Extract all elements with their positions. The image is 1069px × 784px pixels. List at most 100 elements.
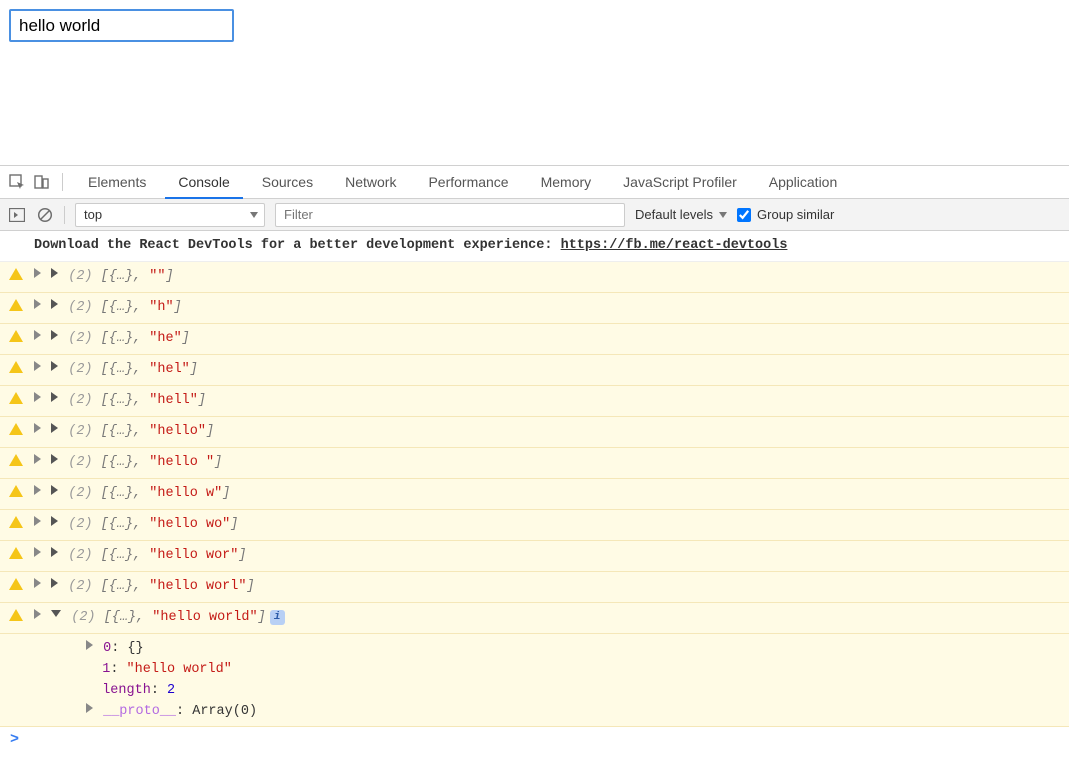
bracket: ] [214, 455, 222, 470]
expand-arrow-icon[interactable] [51, 392, 58, 402]
object-preview: {…} [109, 300, 133, 315]
context-selector[interactable]: top [75, 203, 265, 227]
console-warning-row[interactable]: (2) [{…}, "hello wor"] [0, 541, 1069, 572]
expand-arrow-icon[interactable] [34, 454, 41, 464]
array-length: (2) [68, 269, 92, 284]
object-preview: {…} [109, 393, 133, 408]
expand-arrow-icon[interactable] [51, 299, 58, 309]
comma: , [133, 486, 149, 501]
warning-icon [9, 423, 23, 435]
chevron-down-icon [250, 212, 258, 218]
console-warning-row[interactable]: (2) [{…}, "hell"] [0, 386, 1069, 417]
console-prompt[interactable]: > [0, 727, 1069, 752]
expand-arrow-icon[interactable] [34, 547, 41, 557]
string-value: "hello worl" [149, 579, 246, 594]
object-preview: {…} [109, 424, 133, 439]
array-length: (2) [68, 300, 92, 315]
console-warning-row[interactable]: (2) [{…}, "hello"] [0, 417, 1069, 448]
separator [64, 206, 65, 224]
inspect-element-icon[interactable] [8, 173, 26, 191]
info-link[interactable]: https://fb.me/react-devtools [561, 238, 788, 253]
console-output: Download the React DevTools for a better… [0, 231, 1069, 784]
tab-performance[interactable]: Performance [415, 167, 521, 197]
expanded-row[interactable]: __proto__: Array(0) [86, 701, 1059, 722]
expand-arrow-icon[interactable] [34, 485, 41, 495]
warning-icon [9, 392, 23, 404]
log-levels-selector[interactable]: Default levels [635, 207, 727, 222]
console-warning-row[interactable]: (2) [{…}, "hello wo"] [0, 510, 1069, 541]
tab-js-profiler[interactable]: JavaScript Profiler [610, 167, 750, 197]
tab-elements[interactable]: Elements [75, 167, 159, 197]
expand-arrow-icon[interactable] [51, 547, 58, 557]
expand-arrow-icon[interactable] [51, 361, 58, 371]
device-toolbar-icon[interactable] [32, 173, 50, 191]
expand-arrow-icon[interactable] [51, 454, 58, 464]
bracket: [ [104, 610, 112, 625]
expand-arrow-icon[interactable] [51, 578, 58, 588]
expand-arrow-icon[interactable] [51, 610, 61, 617]
devtools-tabbar: Elements Console Sources Network Perform… [0, 166, 1069, 199]
clear-console-icon[interactable] [36, 206, 54, 224]
expand-arrow-icon[interactable] [34, 609, 41, 619]
array-length: (2) [68, 362, 92, 377]
expanded-row: 1: "hello world" [86, 659, 1059, 680]
comma: , [133, 362, 149, 377]
array-length: (2) [68, 393, 92, 408]
tab-network[interactable]: Network [332, 167, 409, 197]
expand-arrow-icon[interactable] [34, 330, 41, 340]
expand-arrow-icon[interactable] [51, 485, 58, 495]
warning-icon [9, 578, 23, 590]
console-warning-row[interactable]: (2) [{…}, ""] [0, 262, 1069, 293]
bracket: [ [101, 393, 109, 408]
bracket: ] [206, 424, 214, 439]
array-length: (2) [68, 331, 92, 346]
group-similar-checkbox[interactable]: Group similar [737, 207, 834, 222]
bracket: ] [198, 393, 206, 408]
string-value: "hello wo" [149, 517, 230, 532]
tab-sources[interactable]: Sources [249, 167, 326, 197]
tab-console[interactable]: Console [165, 167, 242, 199]
comma: , [133, 517, 149, 532]
filter-input[interactable] [275, 203, 625, 227]
console-warning-row[interactable]: (2) [{…}, "hello world"]i [0, 603, 1069, 634]
comma: , [133, 455, 149, 470]
demo-text-input[interactable] [9, 9, 234, 42]
console-expanded-detail: 0: {} 1: "hello world" length: 2 __proto… [0, 634, 1069, 727]
console-toolbar: top Default levels Group similar [0, 199, 1069, 231]
devtools-panel: Elements Console Sources Network Perform… [0, 165, 1069, 784]
console-warning-row[interactable]: (2) [{…}, "hello "] [0, 448, 1069, 479]
expand-arrow-icon[interactable] [34, 423, 41, 433]
expand-arrow-icon[interactable] [34, 299, 41, 309]
expand-arrow-icon[interactable] [34, 578, 41, 588]
array-length: (2) [68, 517, 92, 532]
toggle-sidebar-icon[interactable] [8, 206, 26, 224]
expand-arrow-icon[interactable] [34, 392, 41, 402]
console-warning-row[interactable]: (2) [{…}, "hello w"] [0, 479, 1069, 510]
bracket: ] [246, 579, 254, 594]
expand-arrow-icon[interactable] [51, 516, 58, 526]
console-warning-row[interactable]: (2) [{…}, "hel"] [0, 355, 1069, 386]
tab-application[interactable]: Application [756, 167, 851, 197]
comma: , [133, 424, 149, 439]
console-warning-row[interactable]: (2) [{…}, "he"] [0, 324, 1069, 355]
bracket: [ [101, 579, 109, 594]
bracket: [ [101, 362, 109, 377]
expand-arrow-icon[interactable] [51, 268, 58, 278]
array-length: (2) [68, 455, 92, 470]
object-preview: {…} [112, 610, 136, 625]
console-warning-row[interactable]: (2) [{…}, "hello worl"] [0, 572, 1069, 603]
expand-arrow-icon[interactable] [34, 361, 41, 371]
expanded-row[interactable]: 0: {} [86, 638, 1059, 659]
bracket: ] [230, 517, 238, 532]
expand-arrow-icon[interactable] [34, 516, 41, 526]
bracket: [ [101, 424, 109, 439]
object-preview: {…} [109, 331, 133, 346]
expand-arrow-icon[interactable] [34, 268, 41, 278]
tab-memory[interactable]: Memory [528, 167, 605, 197]
expand-arrow-icon[interactable] [86, 640, 93, 650]
expand-arrow-icon[interactable] [51, 330, 58, 340]
expand-arrow-icon[interactable] [51, 423, 58, 433]
console-warning-row[interactable]: (2) [{…}, "h"] [0, 293, 1069, 324]
group-similar-input[interactable] [737, 208, 751, 222]
expand-arrow-icon[interactable] [86, 703, 93, 713]
